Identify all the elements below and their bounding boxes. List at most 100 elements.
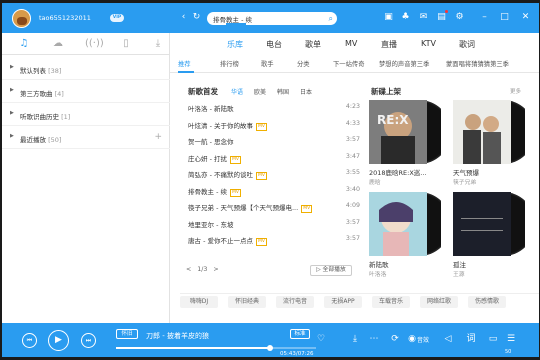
tag-car[interactable]: 车载音乐 <box>372 296 410 308</box>
tab-live[interactable]: 直播 <box>381 39 397 50</box>
album-cover[interactable] <box>453 100 525 164</box>
mv-badge[interactable]: MV <box>255 122 267 131</box>
settings-icon[interactable]: ⚙ <box>454 12 465 23</box>
shirt-icon[interactable]: ♣ <box>400 12 411 23</box>
song-row[interactable]: 庄心妍 - 打扰 MV 3:47 <box>188 149 360 166</box>
gift-icon[interactable]: ▤ <box>436 12 447 23</box>
more-link[interactable]: 更多 <box>510 87 521 95</box>
mv-badge[interactable]: MV <box>229 188 241 197</box>
album-artist[interactable]: 筷子兄弟 <box>453 177 476 186</box>
tab-chinese[interactable]: 华语 <box>231 87 243 96</box>
vip-badge[interactable]: VIP <box>110 14 124 22</box>
tag-sad[interactable]: 伤感情歌 <box>468 296 506 308</box>
song-name[interactable]: 唐古 - 爱你不止一点点 <box>188 237 253 245</box>
username[interactable]: tao6551232011 <box>39 14 91 22</box>
music-box-icon[interactable]: ▣ <box>383 12 394 23</box>
song-row[interactable]: 唐古 - 爱你不止一点点 MV 3:57 <box>188 231 360 248</box>
minimize-icon[interactable]: – <box>479 12 490 23</box>
mv-badge[interactable]: MV <box>301 205 313 213</box>
album-artist[interactable]: 叶洛洛 <box>369 269 386 278</box>
song-name[interactable]: 排骨教主 - 续 <box>188 188 227 196</box>
tab-japanese[interactable]: 日本 <box>300 87 312 96</box>
next-page-button[interactable]: > <box>213 266 218 273</box>
expand-arrow-icon[interactable]: ▶ <box>10 87 14 93</box>
close-icon[interactable]: ✕ <box>520 12 531 23</box>
album-name[interactable]: 2018鹿晗RE:X巡... <box>369 167 427 177</box>
album-cover[interactable] <box>369 192 441 256</box>
sound-effect-label[interactable]: 音效 <box>417 335 429 344</box>
subtab-show-1[interactable]: 下一站传奇 <box>333 59 364 68</box>
sidebar-item-third-party[interactable]: ▶ 第三方歌曲 [4] <box>2 80 170 103</box>
progress-knob[interactable] <box>267 345 273 351</box>
subtab-show-2[interactable]: 梦想的声音第三季 <box>379 59 429 68</box>
expand-arrow-icon[interactable]: ▶ <box>10 110 14 116</box>
subtab-show-3[interactable]: 蒙面唱将猜猜猜第三季 <box>446 59 509 68</box>
song-name[interactable]: 简弘亦 - 不痛默的谈吐 <box>188 171 253 179</box>
album-name[interactable]: 新陆歌 <box>369 259 389 269</box>
loop-icon[interactable]: ⟳ <box>389 333 401 345</box>
maximize-icon[interactable]: □ <box>499 12 510 23</box>
tab-korean[interactable]: 韩国 <box>277 87 289 96</box>
playlist-icon[interactable]: ☰ <box>505 333 517 345</box>
album-name[interactable]: 天气预爆 <box>453 167 479 177</box>
previous-button[interactable]: ⏮ <box>22 333 37 348</box>
volume-icon[interactable]: ◁ <box>442 333 454 345</box>
song-row[interactable]: 叶炫清 - 关于你的故事 MV 4:33 <box>188 116 360 133</box>
more-icon[interactable]: ⋯ <box>368 333 380 345</box>
prev-page-button[interactable]: < <box>186 266 191 273</box>
tab-lyrics[interactable]: 歌词 <box>459 39 475 50</box>
tag-electronic[interactable]: 流行电音 <box>276 296 314 308</box>
play-button[interactable]: ▶ <box>48 330 69 351</box>
song-name[interactable]: 地里亚尔 - 东坡 <box>188 221 233 229</box>
song-name[interactable]: 筷子兄弟 - 天气预爆【个天气预爆电... <box>188 204 298 212</box>
tab-library[interactable]: 乐库 <box>227 39 243 50</box>
next-button[interactable]: ⏭ <box>81 333 96 348</box>
avatar[interactable] <box>12 9 31 28</box>
expand-arrow-icon[interactable]: ▶ <box>10 133 14 139</box>
album-cover[interactable] <box>453 192 525 256</box>
song-row[interactable]: 排骨教主 - 续 MV 3:40 <box>188 182 360 199</box>
tag-lossless[interactable]: 无损APP <box>324 296 362 308</box>
song-row[interactable]: 地里亚尔 - 东坡 3:57 <box>188 215 360 232</box>
sidebar-item-default[interactable]: ▶ 默认列表 [38] <box>2 57 170 80</box>
album-card[interactable]: 天气预爆 筷子兄弟 <box>453 100 525 186</box>
sidebar-item-recognition-history[interactable]: ▶ 听歌识曲历史 [1] <box>2 103 170 126</box>
album-cover[interactable]: RE:X <box>369 100 441 164</box>
download-icon[interactable]: ⤓ <box>151 37 165 51</box>
cloud-icon[interactable]: ☁ <box>51 37 65 51</box>
mv-badge[interactable]: MV <box>229 155 241 164</box>
song-row[interactable]: 筷子兄弟 - 天气预爆【个天气预爆电... MV 4:09 <box>188 198 360 215</box>
heart-icon[interactable]: ♡ <box>315 333 327 345</box>
tag-dj[interactable]: 嗨嗨DJ <box>180 296 218 308</box>
music-note-icon[interactable]: ♫ <box>17 37 31 51</box>
song-row[interactable]: 叶洛洛 - 新陆歌 4:23 <box>188 99 360 116</box>
refresh-icon[interactable]: ↻ <box>191 12 202 23</box>
mode-badge[interactable]: 怀旧 <box>116 329 138 339</box>
subtab-charts[interactable]: 排行榜 <box>220 59 239 68</box>
tag-web-hits[interactable]: 网络红歌 <box>420 296 458 308</box>
quality-button[interactable]: 标准 <box>290 329 310 339</box>
song-name[interactable]: 庄心妍 - 打扰 <box>188 155 227 163</box>
device-icon[interactable]: ▯ <box>119 37 133 51</box>
mv-badge[interactable]: MV <box>255 238 267 246</box>
search-icon[interactable]: ⌕ <box>329 13 333 24</box>
add-playlist-icon[interactable]: + <box>154 132 162 142</box>
tab-radio[interactable]: 电台 <box>266 39 282 50</box>
desktop-lyrics-icon[interactable]: ▭ <box>487 333 499 345</box>
album-name[interactable]: 孤注 <box>453 259 466 269</box>
progress-bar[interactable] <box>116 345 316 351</box>
back-icon[interactable]: ‹ <box>178 12 189 23</box>
play-all-button[interactable]: ▷ 全部播放 <box>310 265 352 276</box>
subtab-singers[interactable]: 歌手 <box>261 59 274 68</box>
tab-mv[interactable]: MV <box>345 39 357 48</box>
album-card[interactable]: 孤注 王源 <box>453 192 525 278</box>
expand-arrow-icon[interactable]: ▶ <box>10 64 14 70</box>
album-artist[interactable]: 王源 <box>453 269 465 278</box>
tab-western[interactable]: 欧美 <box>254 87 266 96</box>
song-name[interactable]: 贺一航 - 思念你 <box>188 138 233 146</box>
song-name[interactable]: 叶洛洛 - 新陆歌 <box>188 105 233 113</box>
subtab-recommend[interactable]: 推荐 <box>178 59 191 68</box>
download-icon[interactable]: ⤓ <box>349 333 361 345</box>
song-row[interactable]: 贺一航 - 思念你 3:57 <box>188 132 360 149</box>
tab-ktv[interactable]: KTV <box>421 39 436 48</box>
